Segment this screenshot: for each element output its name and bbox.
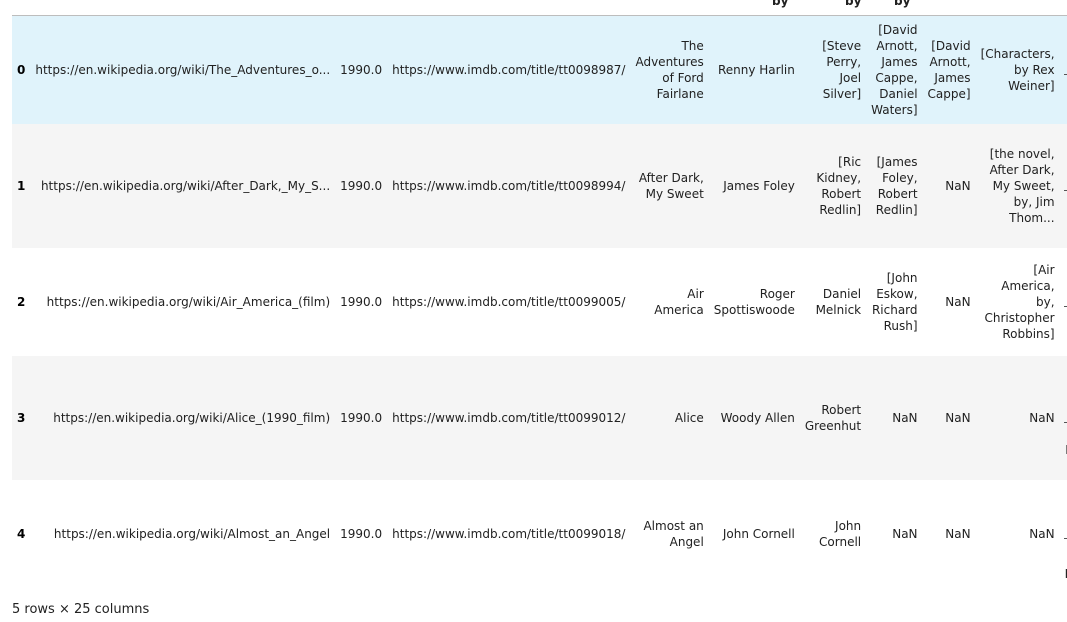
row-index: 2 [12,248,31,356]
cell-starring: [Paul Hogan, Elias Koteas, Linda Kozlows… [1059,480,1067,588]
cell-title: Alice [630,356,709,480]
cell-story-by: [Air America, by, Christopher Robbins] [975,248,1060,356]
cell-starring: [Jason Patric, Rachel Ward, Bruce Dern, … [1059,124,1067,248]
cell-year: 1990.0 [335,356,388,480]
cell-wiki-url: https://en.wikipedia.org/wiki/Almost_an_… [30,480,336,588]
cell-title: Almost an Angel [630,480,709,588]
cell-written-by: [David Arnott, James Cappe, Daniel Water… [866,16,923,124]
table-row: 0 https://en.wikipedia.org/wiki/The_Adven… [12,16,1067,124]
dataframe-output: by by by 0 https://en.wikipedia.org/wiki/… [0,0,1067,622]
cell-story-by: NaN [975,480,1060,588]
cell-directed-by: James Foley [708,124,800,248]
cell-screenplay-by: NaN [922,248,976,356]
cell-screenplay-by: NaN [922,356,976,480]
cell-written-by: [John Eskow, Richard Rush] [866,248,923,356]
cell-written-by: NaN [866,480,923,588]
cell-directed-by: Renny Harlin [708,16,800,124]
column-header-row: by by by [0,0,1067,15]
cell-wiki-url: https://en.wikipedia.org/wiki/After_Dark… [30,124,336,248]
dataframe-shape-summary: 5 rows × 25 columns [12,602,150,617]
cell-wiki-url: https://en.wikipedia.org/wiki/Alice_(199… [30,356,336,480]
cell-screenplay-by: NaN [922,124,976,248]
row-index: 1 [12,124,31,248]
row-index: 4 [12,480,31,588]
cell-screenplay-by: [David Arnott, James Cappe] [922,16,976,124]
cell-imdb-url: https://www.imdb.com/title/tt0099018/ [387,480,631,588]
cell-year: 1990.0 [335,124,388,248]
cell-directed-by: Woody Allen [708,356,800,480]
cell-produced-by: Robert Greenhut [799,356,867,480]
cell-directed-by: John Cornell [708,480,800,588]
cell-imdb-url: https://www.imdb.com/title/tt0099012/ [387,356,631,480]
table-row: 4 https://en.wikipedia.org/wiki/Almost_an… [12,480,1067,588]
cell-imdb-url: https://www.imdb.com/title/tt0099005/ [387,248,631,356]
cell-wiki-url: https://en.wikipedia.org/wiki/Air_Americ… [30,248,336,356]
table-row: 1 https://en.wikipedia.org/wiki/After_Dar… [12,124,1067,248]
table-row: 2 https://en.wikipedia.org/wiki/Air_Ameri… [12,248,1067,356]
cell-wiki-url: https://en.wikipedia.org/wiki/The_Advent… [30,16,336,124]
cell-imdb-url: https://www.imdb.com/title/tt0098987/ [387,16,631,124]
cell-written-by: NaN [866,356,923,480]
cell-title: The Adventures of Ford Fairlane [630,16,709,124]
row-index: 0 [12,16,31,124]
cell-screenplay-by: NaN [922,480,976,588]
cell-starring: [Mel Gibson, Robert Downey Jr., Nancy Tr… [1059,248,1067,356]
cell-written-by: [James Foley, Robert Redlin] [866,124,923,248]
column-header-produced-by: by [772,0,789,8]
cell-imdb-url: https://www.imdb.com/title/tt0098994/ [387,124,631,248]
dataframe-table: 0 https://en.wikipedia.org/wiki/The_Adven… [12,16,1067,588]
cell-starring: [Andrew Dice Clay, Wayne Newton, Priscil… [1059,16,1067,124]
column-header-screenplay-by: by [894,0,911,8]
cell-story-by: NaN [975,356,1060,480]
cell-produced-by: [Steve Perry, Joel Silver] [799,16,867,124]
cell-directed-by: Roger Spottiswoode [708,248,800,356]
cell-title: After Dark, My Sweet [630,124,709,248]
cell-story-by: [Characters, by Rex Weiner] [975,16,1060,124]
row-index: 3 [12,356,31,480]
cell-title: Air America [630,248,709,356]
cell-produced-by: [Ric Kidney, Robert Redlin] [799,124,867,248]
cell-starring: [Alec Baldwin, Blythe Danner, Judy Davis… [1059,356,1067,480]
column-header-written-by: by [845,0,862,8]
cell-year: 1990.0 [335,16,388,124]
cell-produced-by: Daniel Melnick [799,248,867,356]
cell-story-by: [the novel, After Dark, My Sweet, by, Ji… [975,124,1060,248]
cell-year: 1990.0 [335,480,388,588]
cell-produced-by: John Cornell [799,480,867,588]
cell-year: 1990.0 [335,248,388,356]
table-row: 3 https://en.wikipedia.org/wiki/Alice_(19… [12,356,1067,480]
